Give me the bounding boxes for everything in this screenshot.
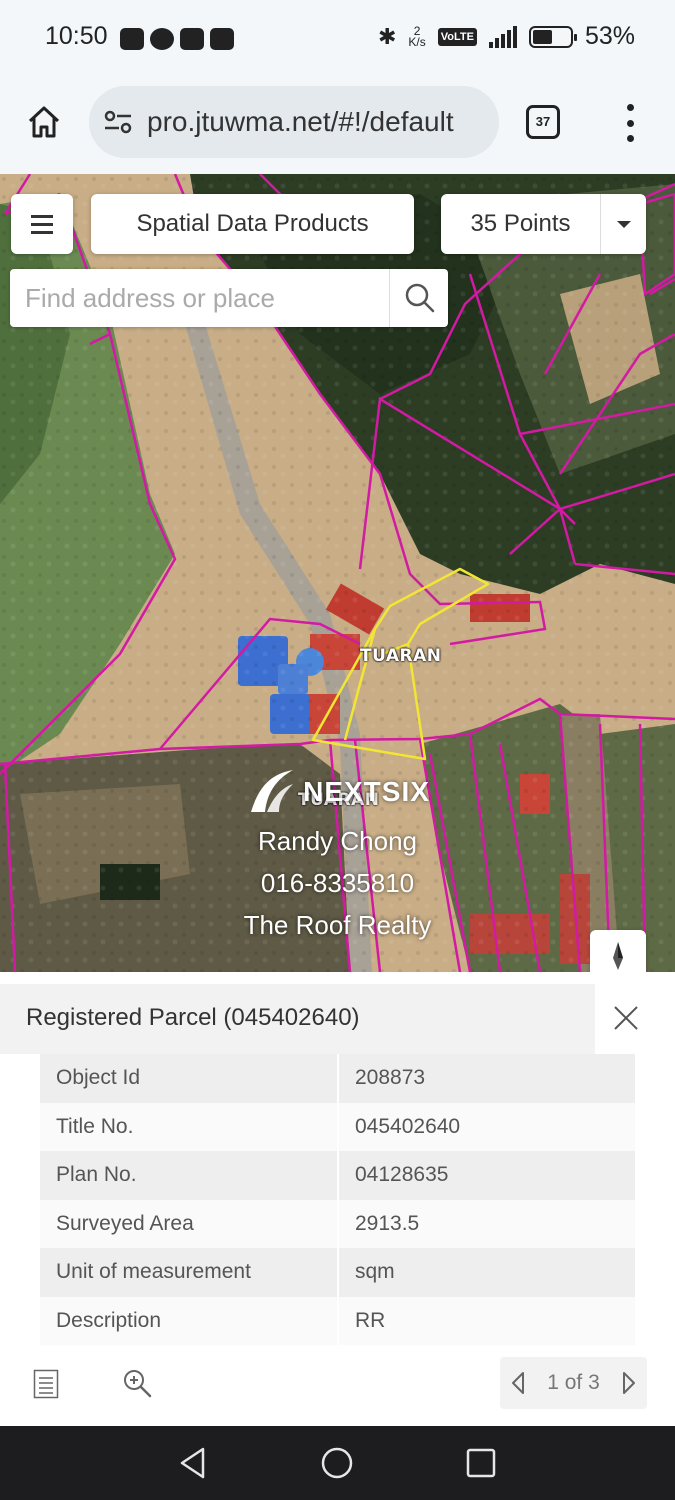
map-place-label: TUARAN <box>360 646 442 666</box>
watermark-brand: NEXTSIX <box>303 776 430 807</box>
attribute-key: Plan No. <box>40 1151 339 1200</box>
watermark-phone: 016-8335810 <box>260 868 415 898</box>
watermark: NEXTSIX Randy Chong 016-8335810 The Roof… <box>200 764 475 946</box>
home-icon[interactable] <box>26 104 62 140</box>
search-icon[interactable] <box>400 279 440 319</box>
nextsix-logo-icon <box>251 770 294 812</box>
youtube-icon <box>180 28 204 50</box>
attribute-key: Surveyed Area <box>40 1199 339 1248</box>
watermark-name: Randy Chong <box>258 826 417 856</box>
tab-switcher-button[interactable]: 37 <box>526 105 560 139</box>
attribute-table: Object Id 208873 Title No. 045402640 Plan … <box>40 1054 635 1345</box>
attribute-key: Description <box>40 1296 339 1345</box>
zoom-to-icon[interactable] <box>121 1367 153 1399</box>
system-nav-bar <box>0 1426 675 1500</box>
status-bar: 10:50 ✱ 2 K/s VoLTE 53% <box>0 0 675 82</box>
compass-button[interactable] <box>590 930 646 972</box>
alarm-icon <box>150 28 174 50</box>
table-row: Unit of measurement sqm <box>40 1248 635 1297</box>
search-box <box>10 269 448 327</box>
browser-toolbar: pro.jtuwma.net/#!/default 37 <box>0 82 675 174</box>
attribute-key: Unit of measurement <box>40 1248 339 1297</box>
battery-percent: 53% <box>584 22 635 50</box>
popup-title: Registered Parcel (045402640) <box>26 1004 360 1031</box>
attribute-value: 208873 <box>355 1066 426 1090</box>
site-settings-icon[interactable] <box>103 108 133 136</box>
battery-level <box>532 29 553 44</box>
attribute-value: 045402640 <box>355 1114 461 1138</box>
attribute-value: RR <box>355 1308 386 1332</box>
url-text: pro.jtuwma.net/#!/default <box>147 106 454 137</box>
battery-icon <box>528 25 577 48</box>
next-icon[interactable] <box>621 1371 637 1395</box>
more-menu-icon[interactable] <box>624 104 636 142</box>
popup-header: Registered Parcel (045402640) <box>0 984 595 1054</box>
pager-text: 1 of 3 <box>547 1371 600 1394</box>
compass-icon <box>613 942 623 970</box>
previous-icon[interactable] <box>510 1371 526 1395</box>
feature-pager: 1 of 3 <box>500 1357 647 1409</box>
popup-footer: 1 of 3 <box>0 1357 675 1417</box>
close-icon[interactable] <box>612 1004 640 1032</box>
hamburger-icon <box>31 214 53 218</box>
attribute-value: 04128635 <box>355 1163 449 1187</box>
spatial-data-products-button[interactable]: Spatial Data Products <box>91 194 414 254</box>
attribute-value: 2913.5 <box>355 1211 420 1235</box>
network-speed-unit: K/s <box>408 34 426 49</box>
address-bar[interactable]: pro.jtuwma.net/#!/default <box>89 86 499 158</box>
recents-icon[interactable] <box>464 1446 498 1480</box>
attribute-value: sqm <box>355 1260 395 1284</box>
table-row: Title No. 045402640 <box>40 1102 635 1151</box>
volte-badge: VoLTE <box>437 27 477 46</box>
attribute-key: Title No. <box>40 1102 339 1151</box>
points-dropdown-label: 35 Points <box>441 194 601 254</box>
search-input[interactable] <box>10 269 390 327</box>
bluetooth-icon: ✱ <box>377 23 397 49</box>
feature-popup: Registered Parcel (045402640) Object Id 2… <box>0 972 675 1426</box>
home-nav-icon[interactable] <box>320 1446 354 1480</box>
map-view[interactable]: TUARAN TUARAN Spatial Data Products 35 P… <box>0 174 675 972</box>
watermark-company: The Roof Realty <box>243 910 432 940</box>
chevron-down-icon[interactable] <box>601 194 646 254</box>
list-icon[interactable] <box>33 1369 59 1399</box>
back-icon[interactable] <box>176 1446 210 1480</box>
signal-icon <box>488 25 517 48</box>
system-icons: ✱ 2 K/s VoLTE 53% <box>378 22 635 51</box>
points-dropdown[interactable]: 35 Points <box>441 194 646 254</box>
youtube-icon <box>210 28 234 50</box>
notification-icons <box>120 28 234 50</box>
table-row: Object Id 208873 <box>40 1054 635 1103</box>
status-time: 10:50 <box>45 22 108 50</box>
nfc-icon <box>120 28 144 50</box>
attribute-key: Object Id <box>40 1054 339 1103</box>
hamburger-menu-button[interactable] <box>11 194 73 254</box>
table-row: Description RR <box>40 1296 635 1345</box>
table-row: Surveyed Area 2913.5 <box>40 1199 635 1248</box>
table-row: Plan No. 04128635 <box>40 1151 635 1200</box>
network-speed: 2 K/s <box>408 25 426 49</box>
